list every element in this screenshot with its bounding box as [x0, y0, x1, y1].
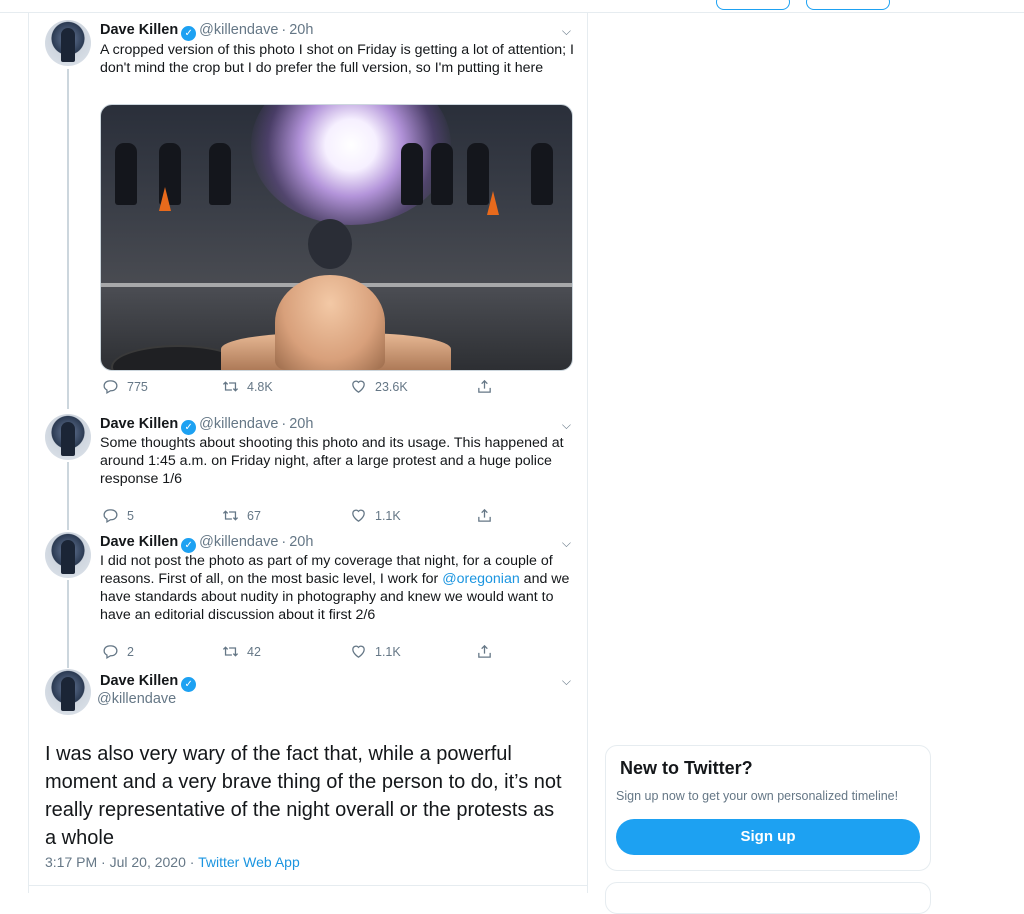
author-name[interactable]: Dave Killen	[100, 673, 178, 689]
officer-figure	[401, 143, 423, 205]
dot-separator: ·	[281, 416, 287, 432]
author-handle[interactable]: @killendave	[199, 22, 278, 38]
like-button[interactable]: 1.1K	[350, 507, 401, 524]
author-name[interactable]: Dave Killen	[100, 416, 178, 432]
officer-figure	[209, 143, 231, 205]
tweet-text: A cropped version of this photo I shot o…	[100, 42, 574, 76]
verified-badge-icon: ✓	[181, 677, 197, 692]
reply-count: 2	[127, 644, 134, 659]
reply-button[interactable]: 775	[102, 378, 148, 395]
divider	[29, 885, 587, 886]
like-count: 23.6K	[375, 379, 408, 394]
tweet-source-app[interactable]: Twitter Web App	[198, 854, 300, 870]
dot-separator: ·	[281, 534, 287, 550]
heart-icon	[352, 509, 365, 522]
verified-badge-icon: ✓	[181, 538, 197, 553]
avatar[interactable]	[45, 20, 91, 66]
tweet-photo[interactable]	[100, 104, 573, 371]
top-button-fragment-1[interactable]	[716, 0, 790, 10]
heart-icon	[352, 645, 365, 658]
like-button[interactable]: 23.6K	[350, 378, 408, 395]
tweet-text: Some thoughts about shooting this photo …	[100, 435, 564, 487]
signup-card-title: New to Twitter?	[620, 758, 753, 778]
retweet-icon	[222, 646, 239, 657]
like-count: 1.1K	[375, 508, 401, 523]
avatar[interactable]	[45, 532, 91, 578]
share-button[interactable]	[476, 643, 493, 660]
share-button[interactable]	[476, 507, 493, 524]
tweet-timestamp[interactable]: 3:17 PM · Jul 20, 2020 ·	[45, 854, 198, 870]
thread-line	[67, 580, 69, 668]
traffic-cone	[159, 187, 171, 211]
officer-figure	[431, 143, 453, 205]
tweet-actions: 775 4.8K 23.6K	[100, 378, 530, 398]
reply-count: 775	[127, 379, 148, 394]
traffic-cone	[487, 191, 499, 215]
chevron-down-icon[interactable]: ⌵	[562, 418, 571, 433]
retweet-icon	[222, 381, 239, 392]
retweet-button[interactable]: 4.8K	[222, 378, 273, 395]
tweet-meta: 3:17 PM · Jul 20, 2020 · Twitter Web App	[45, 854, 300, 870]
retweet-count: 4.8K	[247, 379, 273, 394]
reply-icon	[103, 509, 118, 524]
tweet-actions: 2 42 1.1K	[100, 643, 530, 663]
tweet-actions: 5 67 1.1K	[100, 507, 530, 527]
chevron-down-icon[interactable]: ⌵	[562, 674, 571, 689]
share-icon	[478, 379, 491, 393]
thread-line	[67, 69, 69, 409]
tweet-header: Dave Killen ✓ @killendave · 20h	[100, 534, 313, 553]
reply-icon	[103, 645, 118, 660]
verified-badge-icon: ✓	[181, 420, 197, 435]
tweet-header: Dave Killen ✓ @killendave · 20h	[100, 416, 313, 435]
tweet-text: I did not post the photo as part of my c…	[100, 552, 578, 624]
sign-up-button[interactable]: Sign up	[616, 819, 920, 855]
reply-button[interactable]: 2	[102, 643, 134, 660]
chevron-down-icon[interactable]: ⌵	[562, 536, 571, 551]
tweet-time[interactable]: 20h	[289, 534, 313, 550]
person-body	[275, 275, 385, 370]
avatar[interactable]	[45, 414, 91, 460]
tweet-time[interactable]: 20h	[289, 22, 313, 38]
share-icon	[478, 508, 491, 522]
like-count: 1.1K	[375, 644, 401, 659]
verified-badge-icon: ✓	[181, 26, 197, 41]
person-head	[308, 219, 352, 269]
reply-button[interactable]: 5	[102, 507, 134, 524]
chevron-down-icon[interactable]: ⌵	[562, 24, 571, 39]
officer-figure	[115, 143, 137, 205]
author-name[interactable]: Dave Killen	[100, 22, 178, 38]
officer-figure	[531, 143, 553, 205]
reply-icon	[103, 380, 118, 395]
officer-figure	[467, 143, 489, 205]
share-button[interactable]	[476, 378, 493, 395]
mention-link[interactable]: @oregonian	[442, 571, 520, 587]
share-icon	[478, 644, 491, 658]
retweet-button[interactable]: 42	[222, 643, 261, 660]
author-name[interactable]: Dave Killen	[100, 534, 178, 550]
signup-card: New to Twitter? Sign up now to get your …	[605, 745, 931, 871]
retweet-icon	[222, 510, 239, 521]
like-button[interactable]: 1.1K	[350, 643, 401, 660]
avatar[interactable]	[45, 669, 91, 715]
signup-card-subtitle: Sign up now to get your own personalized…	[616, 789, 899, 803]
top-button-fragment-2[interactable]	[806, 0, 890, 10]
author-handle[interactable]: @killendave	[97, 691, 176, 707]
tweet-header: Dave Killen ✓	[100, 673, 197, 692]
author-handle[interactable]: @killendave	[199, 534, 278, 550]
tweet-time[interactable]: 20h	[289, 416, 313, 432]
retweet-button[interactable]: 67	[222, 507, 261, 524]
reply-count: 5	[127, 508, 134, 523]
thread-line	[67, 462, 69, 530]
retweet-count: 67	[247, 508, 261, 523]
tweet-header: Dave Killen ✓ @killendave · 20h	[100, 22, 313, 41]
dot-separator: ·	[281, 22, 287, 38]
sidebar-card-fragment	[605, 882, 931, 914]
retweet-count: 42	[247, 644, 261, 659]
author-handle[interactable]: @killendave	[199, 416, 278, 432]
detail-tweet-text: I was also very wary of the fact that, w…	[45, 743, 562, 849]
heart-icon	[352, 380, 365, 393]
timeline-column: Dave Killen ✓ @killendave · 20h ⌵ A cropped …	[28, 12, 588, 893]
